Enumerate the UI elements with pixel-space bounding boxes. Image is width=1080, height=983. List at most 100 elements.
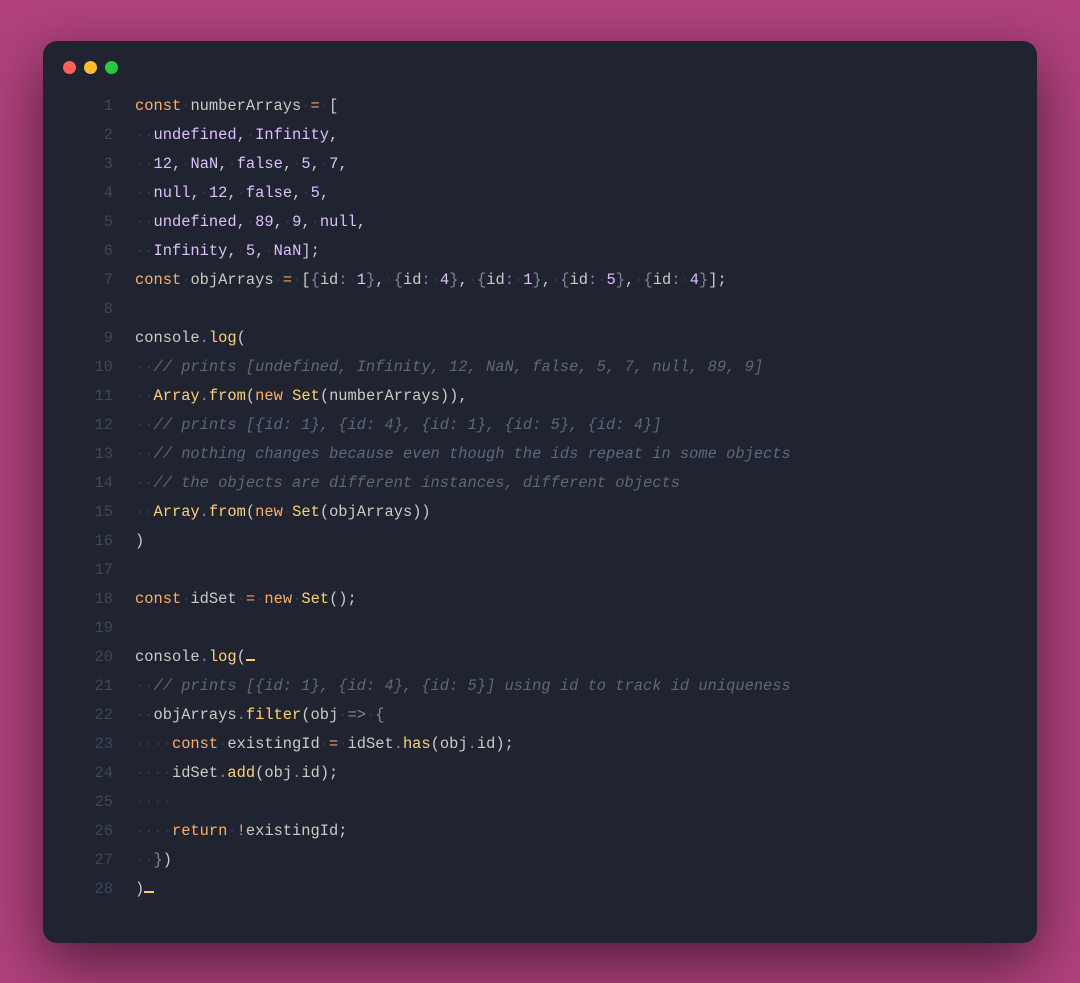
code-line: 15··Array.from(new·Set(objArrays)) xyxy=(43,498,1037,527)
line-source: console.log( xyxy=(135,643,1037,672)
token-pun: , xyxy=(301,213,310,231)
token-ws: · xyxy=(237,242,246,260)
token-ws: · xyxy=(320,735,329,753)
line-number: 26 xyxy=(43,817,135,846)
token-ws: · xyxy=(301,184,310,202)
token-ws: · xyxy=(468,271,477,289)
token-var: id xyxy=(477,735,495,753)
token-num: 5 xyxy=(246,242,255,260)
line-number: 22 xyxy=(43,701,135,730)
token-pun: , xyxy=(320,184,329,202)
line-source: ··// the objects are different instances… xyxy=(135,469,1037,498)
code-line: 25···· xyxy=(43,788,1037,817)
token-cst: null xyxy=(153,184,190,202)
token-fn: Set xyxy=(292,387,320,405)
token-kw: const xyxy=(135,271,181,289)
close-icon[interactable] xyxy=(63,61,76,74)
code-line: 17 xyxy=(43,556,1037,585)
code-line: 4··null,·12,·false,·5, xyxy=(43,179,1037,208)
line-source: ··// prints [undefined, Infinity, 12, Na… xyxy=(135,353,1037,382)
token-pun: [ xyxy=(301,271,310,289)
token-com: // the objects are different instances, … xyxy=(153,474,679,492)
token-pun: ( xyxy=(246,387,255,405)
token-ws: ·· xyxy=(135,503,153,521)
code-line: 16) xyxy=(43,527,1037,556)
token-pun: , xyxy=(329,126,338,144)
token-var: console xyxy=(135,648,200,666)
token-ws: · xyxy=(320,155,329,173)
line-number: 5 xyxy=(43,208,135,237)
token-var: numberArrays xyxy=(329,387,440,405)
token-op: ! xyxy=(237,822,246,840)
code-line: 12··// prints [{id: 1}, {id: 4}, {id: 1}… xyxy=(43,411,1037,440)
token-fn: filter xyxy=(246,706,301,724)
token-fn: log xyxy=(209,648,237,666)
token-pun: ( xyxy=(301,706,310,724)
token-ws: · xyxy=(274,271,283,289)
line-source xyxy=(135,295,1037,324)
code-editor[interactable]: 1const·numberArrays·=·[2··undefined,·Inf… xyxy=(43,92,1037,904)
token-p2: { xyxy=(394,271,403,289)
line-number: 9 xyxy=(43,324,135,353)
token-p2: . xyxy=(292,764,301,782)
token-fn: Set xyxy=(301,590,329,608)
token-kw: return xyxy=(172,822,227,840)
line-source: ····return·!existingId; xyxy=(135,817,1037,846)
code-line: 3··12,·NaN,·false,·5,·7, xyxy=(43,150,1037,179)
token-pun: , xyxy=(255,242,264,260)
token-ws: · xyxy=(246,126,255,144)
token-var: id xyxy=(570,271,588,289)
token-ws: · xyxy=(292,590,301,608)
token-ws: ···· xyxy=(135,735,172,753)
token-pun: , xyxy=(375,271,384,289)
token-ws: · xyxy=(348,271,357,289)
token-ws: ·· xyxy=(135,358,153,376)
token-ws: ·· xyxy=(135,126,153,144)
line-source: ··}) xyxy=(135,846,1037,875)
line-number: 20 xyxy=(43,643,135,672)
token-num: 7 xyxy=(329,155,338,173)
code-line: 5··undefined,·89,·9,·null, xyxy=(43,208,1037,237)
line-source: ··// prints [{id: 1}, {id: 4}, {id: 1}, … xyxy=(135,411,1037,440)
code-line: 2··undefined,·Infinity, xyxy=(43,121,1037,150)
token-pun: ( xyxy=(246,503,255,521)
token-pun: ; xyxy=(338,822,347,840)
line-number: 11 xyxy=(43,382,135,411)
token-pun: , xyxy=(227,184,236,202)
minimize-icon[interactable] xyxy=(84,61,97,74)
code-line: 7const·objArrays·=·[{id:·1},·{id:·4},·{i… xyxy=(43,266,1037,295)
line-number: 15 xyxy=(43,498,135,527)
token-ws: ·· xyxy=(135,242,153,260)
token-ws: · xyxy=(246,213,255,231)
token-num: 5 xyxy=(607,271,616,289)
token-pun: )) xyxy=(412,503,430,521)
token-kw: new xyxy=(255,503,283,521)
token-p2: { xyxy=(560,271,569,289)
token-pun: , xyxy=(357,213,366,231)
token-ws: · xyxy=(218,735,227,753)
line-source: ··undefined,·Infinity, xyxy=(135,121,1037,150)
code-line: 13··// nothing changes because even thou… xyxy=(43,440,1037,469)
token-fn: has xyxy=(403,735,431,753)
token-pun: , xyxy=(237,213,246,231)
token-ws: · xyxy=(283,503,292,521)
token-pun: , xyxy=(292,184,301,202)
zoom-icon[interactable] xyxy=(105,61,118,74)
line-source: ··null,·12,·false,·5, xyxy=(135,179,1037,208)
token-var: objArrays xyxy=(190,271,273,289)
token-num: 1 xyxy=(357,271,366,289)
line-source: ··Array.from(new·Set(numberArrays)), xyxy=(135,382,1037,411)
line-number: 25 xyxy=(43,788,135,817)
token-p2: } xyxy=(366,271,375,289)
token-ws: · xyxy=(431,271,440,289)
token-pun: [ xyxy=(329,97,338,115)
token-p2: { xyxy=(477,271,486,289)
token-var: console xyxy=(135,329,200,347)
token-pun: ( xyxy=(255,764,264,782)
code-window: 1const·numberArrays·=·[2··undefined,·Inf… xyxy=(43,41,1037,943)
code-line: 21··// prints [{id: 1}, {id: 4}, {id: 5}… xyxy=(43,672,1037,701)
token-ws: · xyxy=(227,822,236,840)
token-cst: Infinity xyxy=(255,126,329,144)
token-op: = xyxy=(283,271,292,289)
token-ws: · xyxy=(264,242,273,260)
